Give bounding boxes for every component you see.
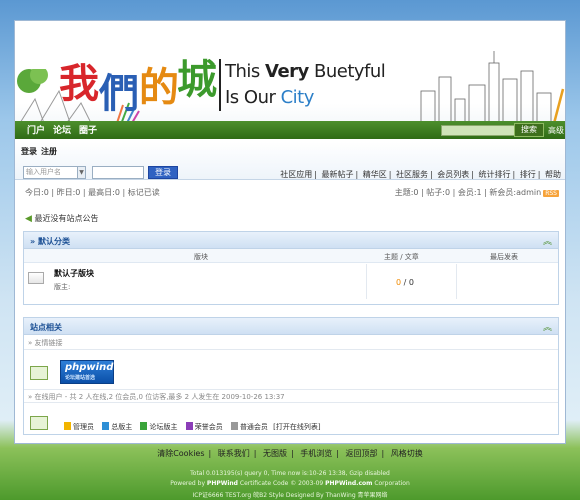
footer-powered: Powered by PHPWind Certificate Code © 20… [0, 480, 580, 487]
menu-services[interactable]: 社区服务 [396, 170, 428, 179]
top-menu: 社区应用 | 最新帖子 | 精华区 | 社区服务 | 会员列表 | 统计排行 | 排行 | 帮… [280, 170, 561, 179]
logo-en-word: Buetyful [308, 61, 386, 82]
forum-counts: 0 / 0 [396, 278, 414, 287]
logo-chinese: 我 們 的 城 [57, 49, 227, 119]
logo-en-word: This [225, 61, 266, 82]
contact-link[interactable]: 联系我们 [218, 449, 250, 458]
legend-admin: 管理员 [73, 423, 94, 431]
category-title[interactable]: » 默认分类 [30, 236, 70, 247]
text-only-link[interactable]: 无图版 [263, 449, 287, 458]
open-online-list-link[interactable]: [打开在线列表] [273, 423, 320, 431]
col-last-post: 最后发表 [490, 253, 518, 261]
site-info-header[interactable]: 站点相关 ︽ [24, 318, 558, 335]
pw-logo-text: phpwind [65, 362, 114, 373]
member-icon [230, 422, 238, 430]
search-button[interactable]: 搜索 [514, 123, 544, 137]
collapse-icon[interactable]: ︽ [543, 320, 552, 333]
site-totals: 主题:0 | 帖子:0 | 会员:1 | 新会员:admin RSS [395, 187, 559, 198]
pw-logo-sub: 论坛建站首选 [65, 375, 96, 381]
page-container: 我 們 的 城 This Very Buetyful Is Our City 门… [14, 20, 566, 444]
legend-super-mod: 总版主 [111, 423, 133, 431]
forum-name-link[interactable]: 默认子版块 [54, 268, 94, 279]
nav-album[interactable]: 圈子 [79, 123, 97, 136]
super-mod-icon [102, 422, 110, 430]
online-icon [30, 416, 48, 430]
collapse-icon[interactable]: ︽ [543, 234, 552, 247]
login-link[interactable]: 登录 [21, 146, 37, 157]
logo-divider [219, 59, 221, 111]
announcement: ◀ 最近没有站点公告 [25, 213, 98, 224]
back-to-top-link[interactable]: 返回顶部 [346, 449, 378, 458]
logo-english: This Very Buetyful Is Our City [225, 59, 386, 111]
col-topics: 主题 / 文章 [384, 253, 419, 261]
advanced-search-link[interactable]: 高级 [548, 125, 564, 136]
honor-icon [185, 422, 193, 430]
powered-text: Powered by [170, 480, 207, 487]
footer-icp: ICP证6666 TEST.org 皖B2 Style Designed By … [192, 492, 388, 499]
site-info-title[interactable]: 站点相关 [30, 322, 62, 333]
stats-bar: 今日:0 | 昨日:0 | 最高日:0 | 标记已读 主题:0 | 帖子:0 |… [15, 185, 565, 199]
phpwind-com-link[interactable]: PHPWind.com [325, 480, 372, 487]
main-nav-bar: 门户 论坛 圈子 搜索 高级 [15, 121, 565, 139]
menu-ranking[interactable]: 排行 [520, 170, 536, 179]
speaker-icon: ◀ [25, 214, 32, 224]
logo-en-word: Is Our [225, 87, 281, 108]
nav-portal[interactable]: 门户 [27, 123, 45, 136]
menu-latest-posts[interactable]: 最新帖子 [322, 170, 354, 179]
divider [456, 264, 457, 299]
legend-honor: 荣誉会员 [194, 423, 223, 431]
chevron-down-icon[interactable]: ▼ [77, 166, 86, 179]
register-link[interactable]: 注册 [41, 146, 57, 157]
logo-char-4: 城 [177, 57, 217, 103]
certificate-text: Certificate Code © 2003-09 [237, 480, 326, 487]
announcement-text: 最近没有站点公告 [34, 214, 99, 223]
menu-digest[interactable]: 精华区 [363, 170, 387, 179]
daily-stats: 今日:0 | 昨日:0 | 最高日:0 | 标记已读 [25, 188, 160, 197]
site-totals-text: 主题:0 | 帖子:0 | 会员:1 | 新会员:admin [394, 188, 542, 197]
menu-help[interactable]: 帮助 [545, 170, 561, 179]
member-legend: 管理员 总版主 论坛版主 荣誉会员 普通会员 [打开在线列表] [58, 422, 321, 432]
search-input[interactable] [441, 125, 525, 136]
rss-icon[interactable]: RSS [543, 190, 559, 197]
style-switch-link[interactable]: 风格切换 [391, 449, 423, 458]
username-field[interactable]: 输入用户名 [23, 166, 85, 179]
forum-table-header: 版块 主题 / 文章 最后发表 [24, 249, 558, 263]
category-header[interactable]: » 默认分类 ︽ [24, 232, 558, 249]
login-bar: 登录 注册 输入用户名 ▼ 登录 社区应用 | 最新帖子 | 精华区 | 社区服务 | … [15, 142, 565, 180]
category-section: » 默认分类 ︽ 版块 主题 / 文章 最后发表 默认子版块 版主: 0 / 0 [23, 231, 559, 305]
logo-char-1: 我 [59, 61, 99, 107]
nav-forum[interactable]: 论坛 [53, 123, 71, 136]
login-button[interactable]: 登录 [148, 166, 178, 179]
logo-en-word: Very [265, 61, 309, 82]
legend-mod: 论坛版主 [149, 423, 178, 431]
footer-timing: Total 0.013195(s) query 0, Time now is:1… [190, 470, 390, 477]
phpwind-link[interactable]: PHPWind [207, 480, 238, 487]
forum-moderator: 版主: [54, 283, 71, 291]
logo-char-3: 的 [139, 65, 179, 111]
corp-text: Corporation [372, 480, 410, 487]
mobile-link[interactable]: 手机浏览 [300, 449, 332, 458]
clear-cookies-link[interactable]: 清除Cookies [157, 449, 204, 458]
menu-stats[interactable]: 统计排行 [479, 170, 511, 179]
admin-icon [64, 422, 71, 430]
menu-members[interactable]: 会员列表 [437, 170, 469, 179]
table-row: 默认子版块 版主: 0 / 0 [24, 264, 558, 299]
online-users-header: » 在线用户 - 共 2 人在线,2 位会员,0 位访客,最多 2 人发生在 2… [24, 389, 558, 403]
menu-community-apps[interactable]: 社区应用 [280, 170, 312, 179]
site-banner: 我 們 的 城 This Very Buetyful Is Our City 门… [15, 21, 565, 139]
logo-char-2: 們 [98, 71, 139, 117]
friend-links-header: » 友情链接 [24, 336, 558, 350]
site-info-section: 站点相关 ︽ » 友情链接 phpwind 论坛建站首选 » 在线用户 - 共 2… [23, 317, 559, 435]
post-count: / 0 [401, 278, 414, 287]
password-field[interactable] [92, 166, 144, 179]
forum-status-icon [28, 272, 44, 284]
legend-member: 普通会员 [239, 423, 268, 431]
mod-icon [140, 422, 148, 430]
link-icon [30, 366, 48, 380]
divider [366, 264, 367, 299]
footer-links: 清除Cookies | 联系我们 | 无图版 | 手机浏览 | 返回顶部 | 风格切换 [157, 449, 423, 458]
col-forum: 版块 [194, 253, 208, 261]
phpwind-logo-link[interactable]: phpwind 论坛建站首选 [60, 360, 114, 384]
logo-en-word: City [280, 87, 315, 108]
